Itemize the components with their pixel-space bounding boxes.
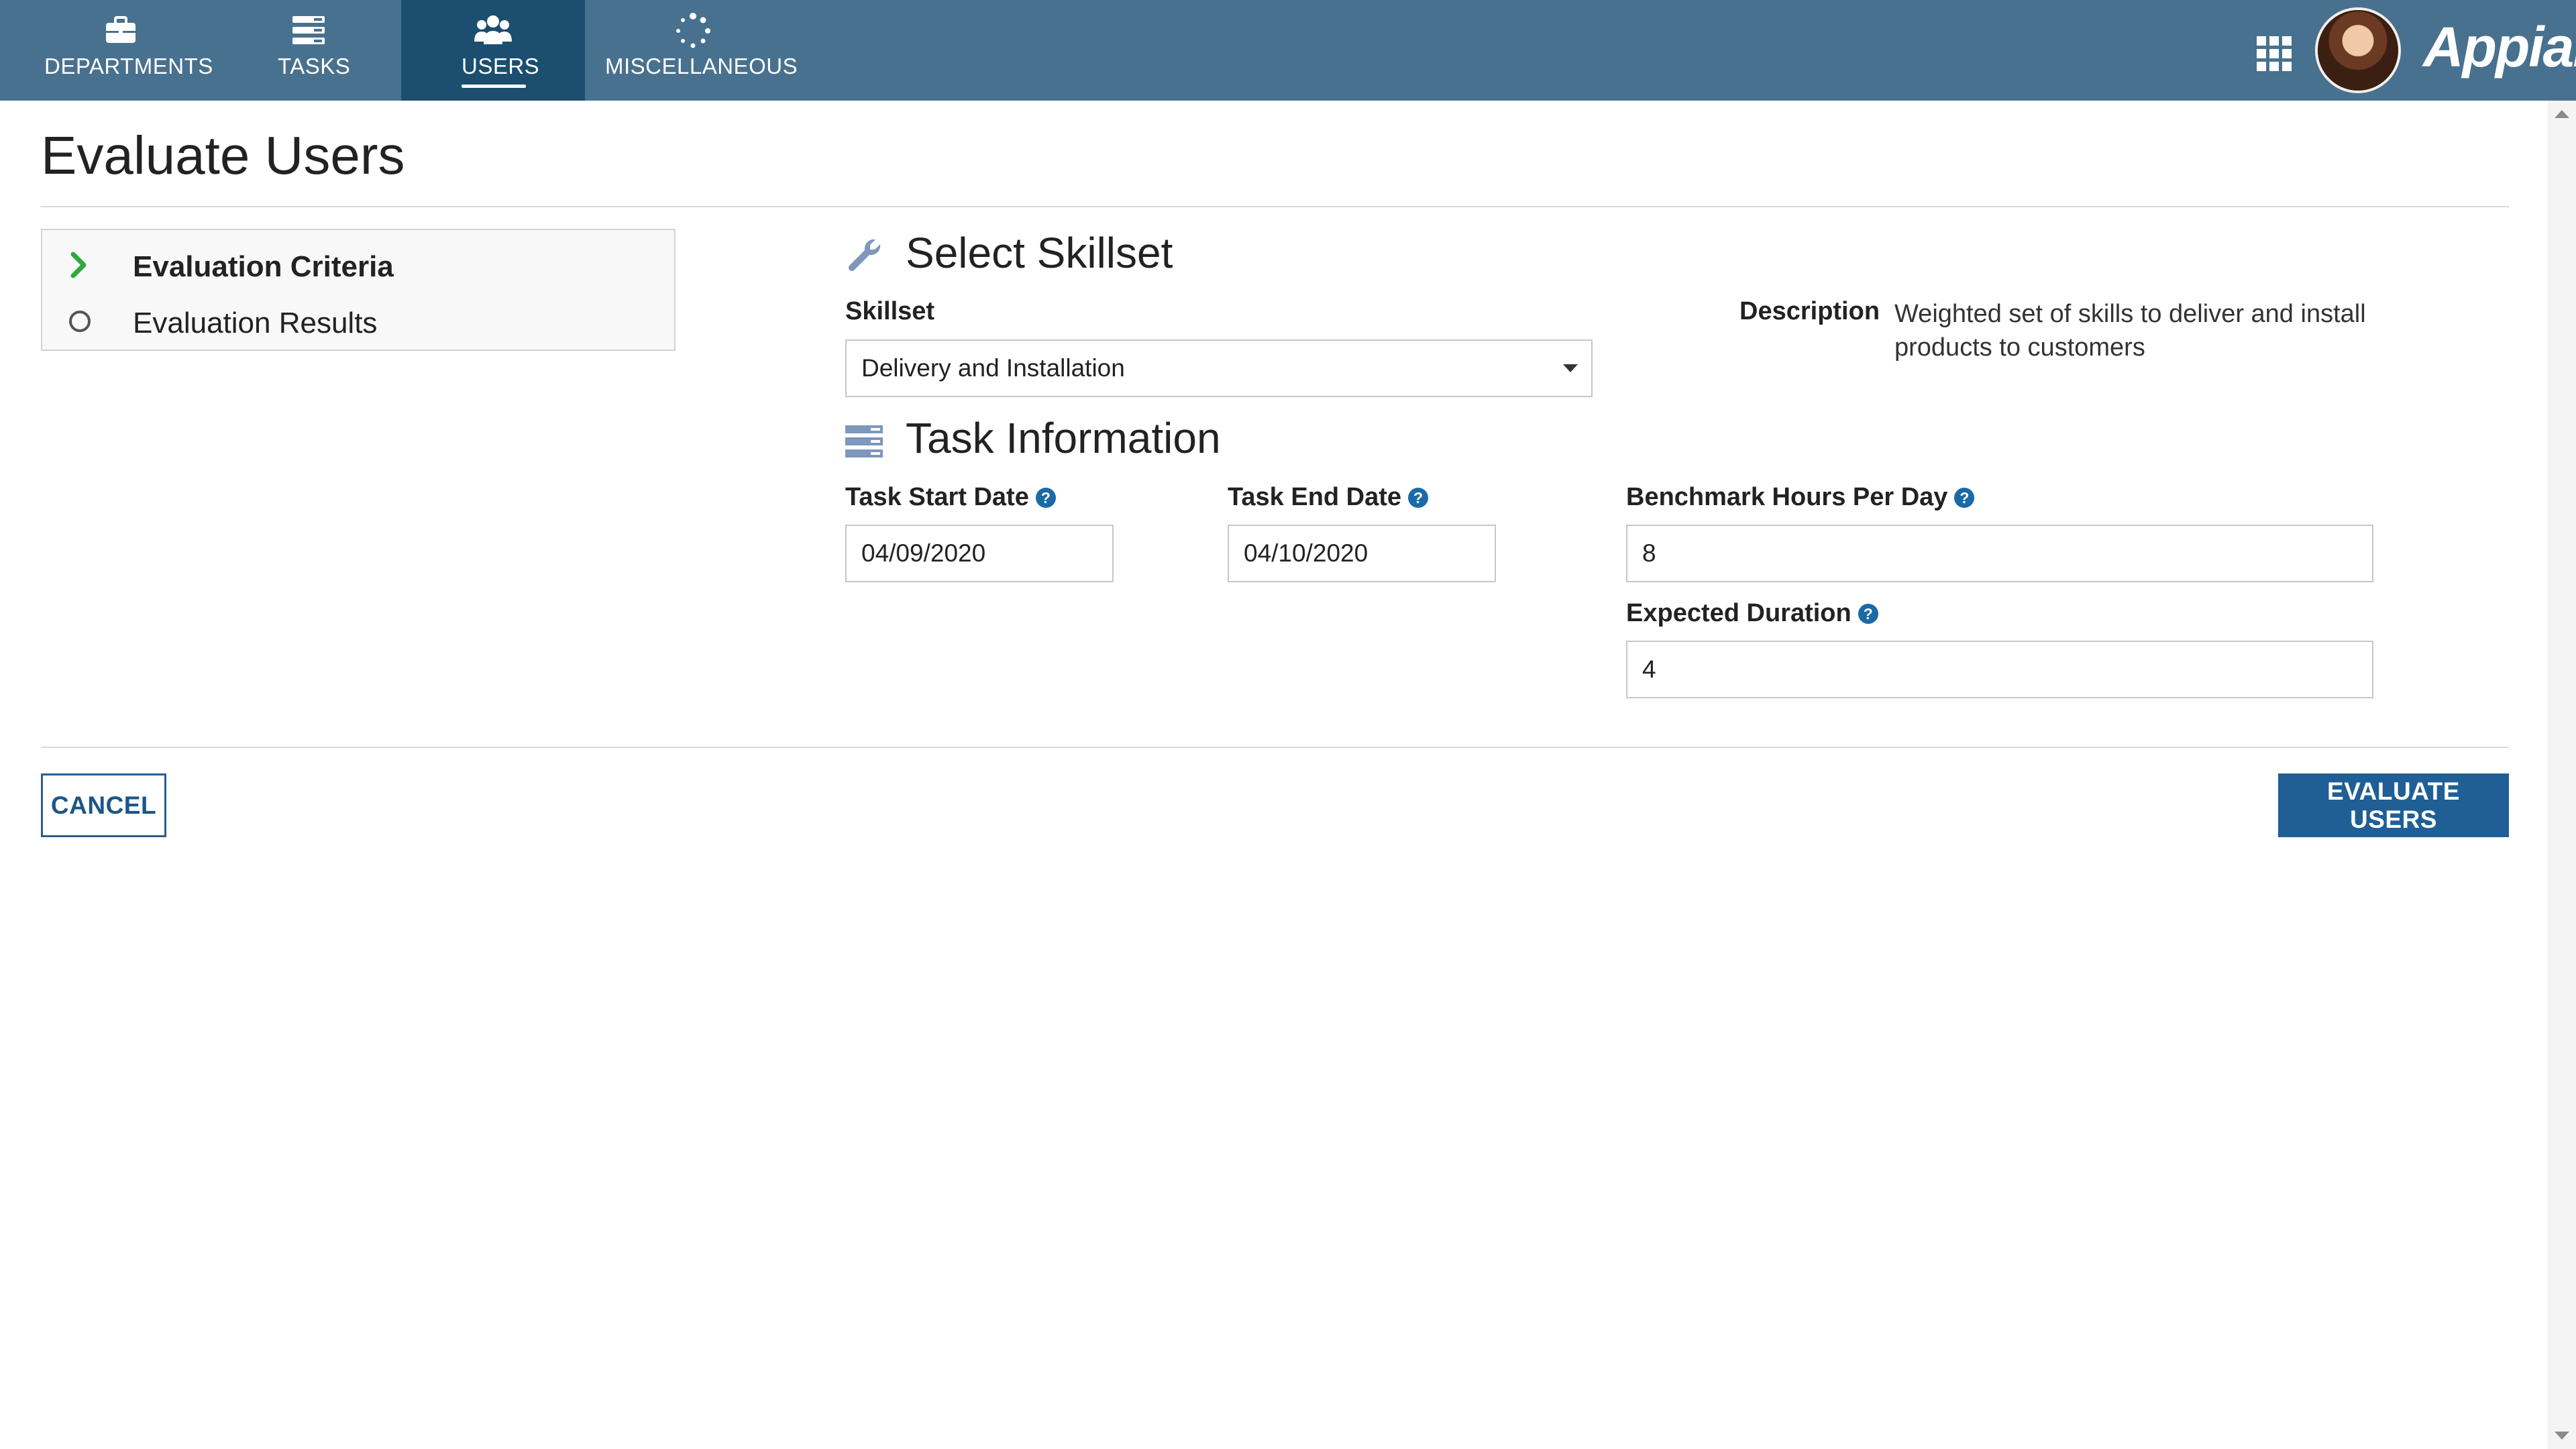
- task-start-date-input[interactable]: 04/09/2020: [845, 525, 1114, 582]
- step-evaluation-results[interactable]: Evaluation Results: [42, 294, 674, 348]
- skillset-dropdown[interactable]: Delivery and Installation: [845, 339, 1593, 397]
- appian-logo[interactable]: Appian: [2423, 15, 2576, 80]
- active-tab-underline: [462, 85, 526, 88]
- nav-tab-departments[interactable]: DEPARTMENTS: [27, 0, 215, 101]
- spinner-icon: [676, 13, 710, 48]
- skillset-label: Skillset: [845, 297, 935, 325]
- expected-duration-input[interactable]: 4: [1626, 641, 2373, 698]
- user-avatar[interactable]: [2318, 10, 2398, 91]
- step-label: Evaluation Criteria: [133, 250, 394, 283]
- scroll-down-arrow-icon[interactable]: [2555, 1432, 2569, 1440]
- nav-tab-miscellaneous[interactable]: MISCELLANEOUS: [597, 0, 798, 101]
- title-divider: [41, 206, 2509, 207]
- nav-tab-label: USERS: [462, 54, 540, 78]
- nav-tab-label: MISCELLANEOUS: [605, 54, 798, 78]
- task-end-date-label: Task End Date ?: [1228, 483, 1429, 512]
- step-evaluation-criteria[interactable]: Evaluation Criteria: [42, 238, 674, 292]
- expected-duration-label: Expected Duration ?: [1626, 599, 1878, 628]
- nav-tab-label: DEPARTMENTS: [44, 54, 213, 78]
- chevron-right-icon: [70, 252, 87, 278]
- benchmark-hours-input[interactable]: 8: [1626, 525, 2373, 582]
- nav-tab-users[interactable]: USERS: [401, 0, 585, 101]
- wizard-steps-panel: Evaluation Criteria Evaluation Results: [41, 229, 676, 351]
- help-icon[interactable]: ?: [1858, 603, 1878, 624]
- circle-icon: [69, 311, 91, 332]
- label-text: Task End Date: [1228, 483, 1402, 511]
- scroll-up-arrow-icon[interactable]: [2555, 110, 2569, 118]
- nav-tab-tasks[interactable]: TASKS: [255, 0, 362, 101]
- help-icon[interactable]: ?: [1954, 487, 1975, 508]
- skillset-selected-value: Delivery and Installation: [861, 354, 1125, 382]
- top-nav-bar: DEPARTMENTS TASKS USERS MISCELLANEOUS Ap…: [0, 0, 2576, 101]
- cancel-button[interactable]: CANCEL: [41, 773, 166, 837]
- label-text: Benchmark Hours Per Day: [1626, 483, 1948, 511]
- section-title-task-information: Task Information: [906, 414, 1221, 462]
- users-icon: [474, 15, 512, 44]
- nav-tab-label: TASKS: [278, 54, 351, 78]
- section-title-select-skillset: Select Skillset: [906, 229, 1173, 277]
- input-value: 4: [1642, 655, 1656, 683]
- input-value: 04/09/2020: [861, 539, 986, 567]
- chevron-down-icon: [1563, 364, 1578, 372]
- briefcase-icon: [106, 16, 136, 43]
- form-divider: [41, 747, 2509, 748]
- benchmark-hours-label: Benchmark Hours Per Day ?: [1626, 483, 1975, 512]
- grid-icon[interactable]: [2254, 34, 2294, 74]
- help-icon[interactable]: ?: [1035, 487, 1056, 508]
- page-title: Evaluate Users: [41, 125, 405, 185]
- tasks-icon: [292, 16, 325, 44]
- input-value: 8: [1642, 539, 1656, 567]
- label-text: Task Start Date: [845, 483, 1029, 511]
- list-icon: [845, 425, 883, 458]
- task-end-date-input[interactable]: 04/10/2020: [1228, 525, 1496, 582]
- wrench-icon: [849, 239, 881, 271]
- label-text: Expected Duration: [1626, 599, 1851, 627]
- description-value: Weighted set of skills to deliver and in…: [1894, 300, 2366, 362]
- help-icon[interactable]: ?: [1408, 487, 1429, 508]
- step-label: Evaluation Results: [133, 307, 378, 339]
- task-start-date-label: Task Start Date ?: [845, 483, 1056, 512]
- vertical-scrollbar[interactable]: [2548, 101, 2576, 1449]
- evaluate-users-button[interactable]: EVALUATE USERS: [2278, 773, 2509, 837]
- description-label: Description: [1739, 297, 1880, 325]
- input-value: 04/10/2020: [1244, 539, 1368, 567]
